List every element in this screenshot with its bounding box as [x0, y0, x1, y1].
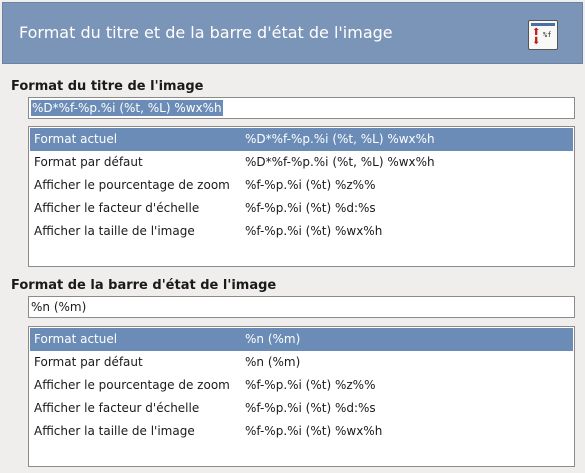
statusbar-format-presets-list[interactable]: Format actuel %n (%m) Format par défaut … — [28, 326, 575, 467]
preset-format: %f-%p.%i (%t) %d:%s — [245, 201, 376, 215]
preset-name: Format par défaut — [34, 355, 143, 369]
preset-name: Afficher la taille de l'image — [34, 224, 195, 238]
preset-name: Format actuel — [34, 332, 118, 346]
list-item[interactable]: Format par défaut %D*%f-%p.%i (%t, %L) %… — [30, 151, 573, 174]
title-format-icon: ⬆ ⬇ %f — [528, 20, 558, 50]
list-item[interactable]: Format actuel %D*%f-%p.%i (%t, %L) %wx%h — [30, 128, 573, 151]
list-item[interactable]: Afficher le pourcentage de zoom %f-%p.%i… — [30, 374, 573, 397]
preset-format: %f-%p.%i (%t) %wx%h — [245, 424, 383, 438]
preset-format: %n (%m) — [245, 332, 301, 346]
preset-format: %f-%p.%i (%t) %wx%h — [245, 224, 383, 238]
list-item[interactable]: Format par défaut %n (%m) — [30, 351, 573, 374]
preset-format: %f-%p.%i (%t) %d:%s — [245, 401, 376, 415]
header-banner: Format du titre et de la barre d'état de… — [2, 2, 583, 64]
list-item[interactable]: Afficher le facteur d'échelle %f-%p.%i (… — [30, 197, 573, 220]
preset-name: Format par défaut — [34, 155, 143, 169]
preset-name: Afficher le pourcentage de zoom — [34, 378, 230, 392]
list-item[interactable]: Afficher la taille de l'image %f-%p.%i (… — [30, 420, 573, 443]
list-item[interactable]: Afficher la taille de l'image %f-%p.%i (… — [30, 220, 573, 243]
title-format-input[interactable]: %D*%f-%p.%i (%t, %L) %wx%h — [28, 97, 575, 119]
list-item[interactable]: Afficher le pourcentage de zoom %f-%p.%i… — [30, 174, 573, 197]
preset-name: Afficher la taille de l'image — [34, 424, 195, 438]
list-item[interactable]: Afficher le facteur d'échelle %f-%p.%i (… — [30, 397, 573, 420]
preset-format: %f-%p.%i (%t) %z%% — [245, 378, 376, 392]
page-title: Format du titre et de la barre d'état de… — [19, 23, 393, 42]
preset-format: %D*%f-%p.%i (%t, %L) %wx%h — [245, 132, 435, 146]
title-format-presets-list[interactable]: Format actuel %D*%f-%p.%i (%t, %L) %wx%h… — [28, 126, 575, 267]
preset-name: Format actuel — [34, 132, 118, 146]
statusbar-format-input[interactable]: %n (%m) — [28, 296, 575, 318]
statusbar-format-label: Format de la barre d'état de l'image — [11, 278, 277, 293]
title-format-label: Format du titre de l'image — [11, 79, 204, 94]
preset-format: %f-%p.%i (%t) %z%% — [245, 178, 376, 192]
title-format-input-value: %D*%f-%p.%i (%t, %L) %wx%h — [31, 100, 223, 116]
preset-format: %n (%m) — [245, 355, 301, 369]
statusbar-format-input-value: %n (%m) — [31, 300, 87, 314]
preset-name: Afficher le facteur d'échelle — [34, 401, 200, 415]
preset-format: %D*%f-%p.%i (%t, %L) %wx%h — [245, 155, 435, 169]
preset-name: Afficher le pourcentage de zoom — [34, 178, 230, 192]
list-item[interactable]: Format actuel %n (%m) — [30, 328, 573, 351]
preset-name: Afficher le facteur d'échelle — [34, 201, 200, 215]
